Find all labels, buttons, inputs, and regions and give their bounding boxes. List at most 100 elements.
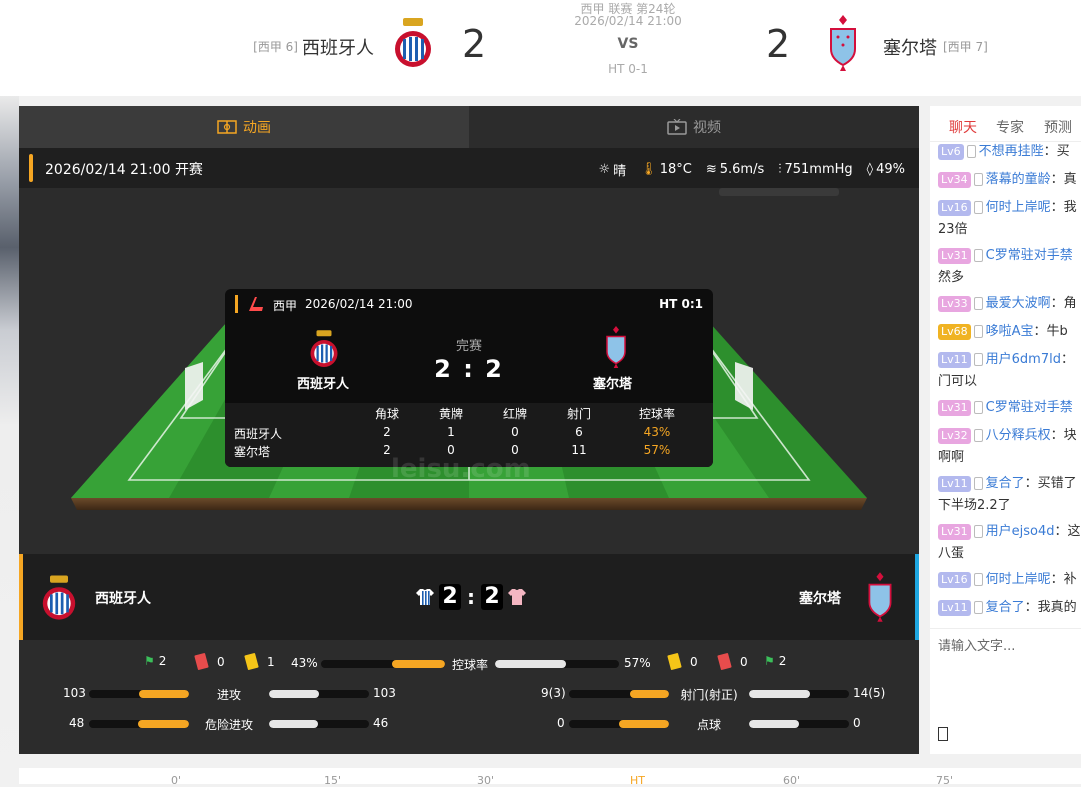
away-red-cards: 0 xyxy=(740,654,748,669)
phone-icon xyxy=(973,401,983,414)
chat-message[interactable]: Lv11 用户6dm7ld： xyxy=(938,350,1081,370)
chat-username[interactable]: 用户6dm7ld xyxy=(986,352,1061,367)
chat-message[interactable]: Lv31 用户ejso4d：这 xyxy=(938,522,1081,542)
chat-message[interactable]: Lv68 哆啦A宝：牛b xyxy=(938,322,1081,342)
home-attack: 103 xyxy=(63,686,86,700)
celta-crest-icon[interactable] xyxy=(826,15,860,75)
chat-username[interactable]: 哆啦A宝 xyxy=(986,324,1034,339)
wind-speed: 5.6m/s xyxy=(719,162,765,177)
tab-experts[interactable]: 专家 xyxy=(996,117,1024,137)
team-score-bar: 西班牙人 2 : 2 塞尔塔 xyxy=(19,554,919,640)
level-badge: Lv32 xyxy=(938,427,971,444)
overlay-home-name: 西班牙人 xyxy=(297,377,350,392)
chat-username[interactable]: 八分释兵权 xyxy=(986,428,1051,443)
home-possession-track xyxy=(321,660,445,668)
home-rank: [西甲 6] xyxy=(253,40,298,54)
phone-icon xyxy=(966,145,976,158)
chat-username[interactable]: 复合了 xyxy=(986,476,1025,491)
temperature: 18°C xyxy=(659,162,692,177)
weather-info: ☼ 晴 🌡︎ 18°C ≋ 5.6m/s ⫶ 751mmHg ◊ 49% xyxy=(599,160,905,179)
home-team-name[interactable]: 西班牙人 xyxy=(302,34,374,60)
chat-message[interactable]: Lv32 八分释兵权：块 xyxy=(938,426,1081,446)
chat-text: ：我真的 xyxy=(1024,600,1077,615)
chat-username[interactable]: 不想再挂陛 xyxy=(979,144,1044,159)
emoji-icon[interactable] xyxy=(938,727,948,741)
red-card-icon xyxy=(717,652,732,671)
chat-text-continued: 下半场2.2了 xyxy=(938,498,1011,513)
home-score: 2 xyxy=(462,22,487,66)
chat-username[interactable]: 落幕的童龄 xyxy=(986,172,1051,187)
away-yellow-cards: 0 xyxy=(690,654,698,669)
chat-username[interactable]: 何时上岸呢 xyxy=(986,572,1051,587)
match-timeline: 0' 15' 30' HT 60' 75' xyxy=(19,768,1081,787)
away-score: 2 xyxy=(766,22,791,66)
cell: 11 xyxy=(571,443,587,457)
chat-text-continued: 门可以 xyxy=(938,374,978,389)
chat-text: ：补 xyxy=(1050,572,1077,587)
home-shirt-icon xyxy=(416,589,434,605)
phone-icon xyxy=(973,525,983,538)
chat-message[interactable]: Lv16 何时上岸呢：补 xyxy=(938,570,1081,590)
col-red: 红牌 xyxy=(502,407,527,421)
chat-username[interactable]: 用户ejso4d xyxy=(986,524,1055,539)
cell: 6 xyxy=(575,425,583,439)
level-badge: Lv68 xyxy=(938,323,971,340)
chat-username[interactable]: 最爱大波啊 xyxy=(986,296,1051,311)
chat-message[interactable]: Lv34 落幕的童龄：真 xyxy=(938,170,1081,190)
chat-message[interactable]: Lv16 何时上岸呢：我 xyxy=(938,198,1081,218)
chat-message[interactable]: Lv6 不想再挂陛：买 xyxy=(938,142,1081,162)
home-attack-track xyxy=(89,690,189,698)
chat-message[interactable]: Lv11 复合了：买错了 xyxy=(938,474,1081,494)
row-team: 西班牙人 xyxy=(234,427,283,441)
red-card-icon xyxy=(194,652,209,671)
phone-icon xyxy=(973,573,983,586)
away-penalty-track xyxy=(749,720,849,728)
overlay-away-name: 塞尔塔 xyxy=(593,377,633,392)
tab-video[interactable]: 视频 xyxy=(469,106,919,148)
away-team-name[interactable]: 塞尔塔 xyxy=(883,34,937,60)
chat-tabs: 聊天 专家 预测 xyxy=(930,106,1081,142)
level-badge: Lv31 xyxy=(938,523,971,540)
score-separator: : xyxy=(467,585,475,609)
chat-message[interactable]: Lv11 复合了：我真的 xyxy=(938,598,1081,618)
level-badge: Lv16 xyxy=(938,571,971,588)
penalty-label: 点球 xyxy=(696,718,721,732)
chat-message-list[interactable]: Lv6 不想再挂陛：买 Lv34 落幕的童龄：真 Lv16 何时上岸呢：我 23倍 Lv31 C… xyxy=(930,142,1081,628)
match-info-bar: 2026/02/14 21:00 开赛 ☼ 晴 🌡︎ 18°C ≋ 5.6m/s ⫶ 7… xyxy=(19,148,919,188)
home-attack-fill xyxy=(139,690,189,698)
celta-crest-icon xyxy=(865,572,895,626)
overlay-accent xyxy=(235,295,238,313)
chat-message[interactable]: Lv31 C罗常驻对手禁 xyxy=(938,246,1081,266)
home-red-cards: 0 xyxy=(217,654,225,669)
shots-label: 射门(射正) xyxy=(680,688,738,702)
level-badge: Lv31 xyxy=(938,399,971,416)
chat-input[interactable] xyxy=(938,635,1078,715)
overlay-league: 西甲 xyxy=(273,299,298,313)
stats-row: 48 危险进攻 46 0 点球 0 xyxy=(19,714,919,734)
chat-message[interactable]: Lv31 C罗常驻对手禁 xyxy=(938,398,1081,418)
phone-icon xyxy=(973,325,983,338)
away-score-digit: 2 xyxy=(481,584,503,610)
timeline-mark: 60' xyxy=(783,774,801,787)
home-name: 西班牙人 xyxy=(95,591,151,607)
tab-chat[interactable]: 聊天 xyxy=(949,117,977,137)
tab-predictions[interactable]: 预测 xyxy=(1044,117,1072,137)
chat-username[interactable]: C罗常驻对手禁 xyxy=(986,248,1073,263)
stadium-banner-image xyxy=(0,96,19,784)
level-badge: Lv11 xyxy=(938,475,971,492)
level-badge: Lv6 xyxy=(938,143,964,160)
chat-username[interactable]: 何时上岸呢 xyxy=(986,200,1051,215)
phone-icon xyxy=(973,249,983,262)
chat-text-continued: 八蛋 xyxy=(938,546,965,561)
espanyol-crest-icon[interactable] xyxy=(393,17,433,73)
events-row: ⚑ 2 0 1 43% 控球率 57% 0 0 ⚑ 2 xyxy=(19,652,919,674)
away-attack-track xyxy=(269,690,369,698)
chat-message[interactable]: Lv33 最爱大波啊：角 xyxy=(938,294,1081,314)
live-panel: 动画 视频 2026/02/14 21:00 开赛 ☼ 晴 🌡︎ 18°C ≋ 5.6… xyxy=(19,106,919,754)
attack-label: 进攻 xyxy=(216,688,241,702)
cell: 57% xyxy=(643,443,671,457)
away-possession-track xyxy=(495,660,619,668)
chat-username[interactable]: C罗常驻对手禁 xyxy=(986,400,1073,415)
chat-username[interactable]: 复合了 xyxy=(986,600,1025,615)
tab-animation[interactable]: 动画 xyxy=(19,106,469,148)
